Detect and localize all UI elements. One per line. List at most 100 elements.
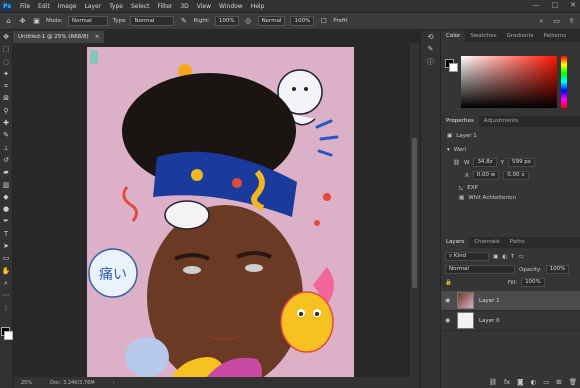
layer-row-layer-1[interactable]: ◉ Layer 1 (441, 291, 580, 311)
tab-adjustments[interactable]: Adjustments (479, 116, 523, 127)
tool-preset-icon[interactable]: ✥ (18, 17, 27, 26)
maximize-icon[interactable]: □ (552, 1, 559, 9)
filter-adjust-icon[interactable]: ◐ (502, 254, 507, 260)
link-icon[interactable]: ⛓ (453, 160, 460, 166)
brush-tool-icon[interactable]: ✎ (0, 129, 12, 141)
marquee-tool-icon[interactable]: ⬚ (0, 43, 12, 55)
tab-gradients[interactable]: Gradients (502, 31, 539, 42)
delete-icon[interactable]: 🗑 (569, 378, 577, 386)
edit-toolbar-icon[interactable]: ⋮ (0, 302, 12, 314)
tab-patterns[interactable]: Patterns (538, 31, 571, 42)
menu-view[interactable]: View (193, 3, 215, 10)
pen-tool-icon[interactable]: ✒ (0, 215, 12, 227)
x-field[interactable]: 0.00 w (472, 171, 500, 180)
magic-wand-icon[interactable]: ✦ (0, 68, 12, 80)
eraser-tool-icon[interactable]: ▰ (0, 166, 12, 178)
filter-pixel-icon[interactable]: ▣ (493, 254, 498, 260)
document-info[interactable]: Doc: 3.24K/3.76M (50, 380, 94, 386)
tab-color[interactable]: Color (441, 31, 466, 42)
blur-tool-icon[interactable]: ◆ (0, 191, 12, 203)
menu-edit[interactable]: Edit (34, 3, 54, 10)
minimize-icon[interactable]: — (533, 1, 540, 9)
shape-tool-icon[interactable]: ▭ (0, 252, 12, 264)
menu-3d[interactable]: 3D (176, 3, 192, 10)
hand-tool-icon[interactable]: ✋ (0, 265, 12, 277)
new-layer-icon[interactable]: ⊞ (556, 378, 561, 386)
kind-filter[interactable]: ⌕ Kind (445, 252, 489, 261)
layer-row-layer-0[interactable]: ◉ Layer 0 (441, 311, 580, 331)
color-picker-field[interactable] (461, 56, 557, 108)
menu-image[interactable]: Image (54, 3, 81, 10)
eyedropper-icon[interactable]: ⚲ (0, 105, 12, 117)
mask-icon[interactable]: ◙ (517, 378, 523, 386)
brushes-panel-icon[interactable]: ✎ (421, 43, 440, 55)
dodge-tool-icon[interactable]: ● (0, 203, 12, 215)
link-icon[interactable]: ⛓ (489, 378, 497, 386)
fill-field[interactable]: 100% (521, 278, 545, 287)
layer-name[interactable]: Layer 1 (479, 298, 500, 304)
status-arrow-icon[interactable]: › (113, 380, 115, 386)
type-select[interactable]: Normal (130, 16, 175, 26)
tab-layers[interactable]: Layers (441, 237, 470, 248)
history-panel-icon[interactable]: ⟲ (421, 31, 440, 43)
stamp-tool-icon[interactable]: ⊥ (0, 142, 12, 154)
menu-file[interactable]: File (16, 3, 34, 10)
checkbox-icon[interactable]: ☐ (319, 17, 328, 26)
hue-slider[interactable] (561, 56, 567, 108)
menu-help[interactable]: Help (247, 3, 269, 10)
menu-filter[interactable]: Filter (154, 3, 177, 10)
blend-select[interactable]: Normal (257, 16, 286, 26)
eye-icon[interactable]: ◉ (445, 297, 452, 304)
zoom-tool-icon[interactable]: ⌕ (0, 277, 12, 289)
tab-swatches[interactable]: Swatches (465, 31, 501, 42)
scrollbar-thumb[interactable] (412, 138, 417, 288)
tab-paths[interactable]: Paths (505, 237, 530, 248)
filter-shape-icon[interactable]: ▭ (518, 254, 523, 260)
menu-layer[interactable]: Layer (80, 3, 105, 10)
w-field[interactable]: 34.8z (473, 158, 497, 167)
close-tab-icon[interactable]: × (95, 31, 100, 43)
y-field[interactable]: 599 px (507, 158, 535, 167)
mode-select[interactable]: Normal (67, 16, 108, 26)
document-tab[interactable]: Untitled-1 @ 25% (R68/8) × (13, 31, 105, 43)
lock-icon[interactable]: 🔒 (445, 280, 452, 286)
more-tools-icon[interactable]: ⋯ (0, 289, 12, 301)
share-icon[interactable]: ⇪ (567, 17, 576, 26)
menu-select[interactable]: Select (127, 3, 154, 10)
x2-field[interactable]: 0.00 x (503, 171, 529, 180)
path-select-icon[interactable]: ➤ (0, 240, 12, 252)
healing-brush-icon[interactable]: ✚ (0, 117, 12, 129)
adjustment-icon[interactable]: ◐ (530, 378, 536, 386)
align-icon[interactable]: ▦ (459, 195, 464, 201)
blend-mode-select[interactable]: Normal (445, 265, 515, 274)
align-label[interactable]: Whit Achtelterion (468, 195, 516, 201)
workspace-icon[interactable]: ▭ (552, 17, 561, 26)
menu-type[interactable]: Type (105, 3, 127, 10)
brush-settings-icon[interactable]: ✎ (179, 17, 188, 26)
opacity-field[interactable]: 100% (545, 265, 570, 274)
type-tool-icon[interactable]: T (0, 228, 12, 240)
history-brush-icon[interactable]: ↺ (0, 154, 12, 166)
zoom-level[interactable]: 25% (21, 380, 32, 386)
filter-type-icon[interactable]: T (511, 254, 514, 260)
fx-icon[interactable]: fx (504, 378, 510, 386)
frame-tool-icon[interactable]: ⊠ (0, 92, 12, 104)
eye-icon[interactable]: ◉ (445, 317, 452, 324)
preset-label[interactable]: Prefit (333, 18, 347, 24)
crop-tool-icon[interactable]: ⌗ (0, 80, 12, 92)
vertical-scrollbar[interactable] (410, 43, 419, 377)
close-icon[interactable]: ✕ (570, 1, 576, 9)
move-tool-icon[interactable]: ✥ (0, 31, 12, 43)
tab-properties[interactable]: Properties (441, 116, 479, 127)
chevron-down-icon[interactable]: ▾ (447, 147, 450, 153)
info-panel-icon[interactable]: ⓘ (421, 56, 440, 68)
percent-field[interactable]: 100% (290, 16, 315, 26)
search-icon[interactable]: ⌕ (537, 17, 546, 26)
lasso-tool-icon[interactable]: ◌ (0, 56, 12, 68)
tab-channels[interactable]: Channels (469, 237, 504, 248)
color-background-swatch[interactable] (449, 63, 458, 72)
artwork-image[interactable]: 痛い (87, 47, 354, 387)
group-icon[interactable]: ▭ (543, 378, 549, 386)
right-field[interactable]: 100% (214, 16, 239, 26)
tool-options-icon[interactable]: ▣ (32, 17, 41, 26)
